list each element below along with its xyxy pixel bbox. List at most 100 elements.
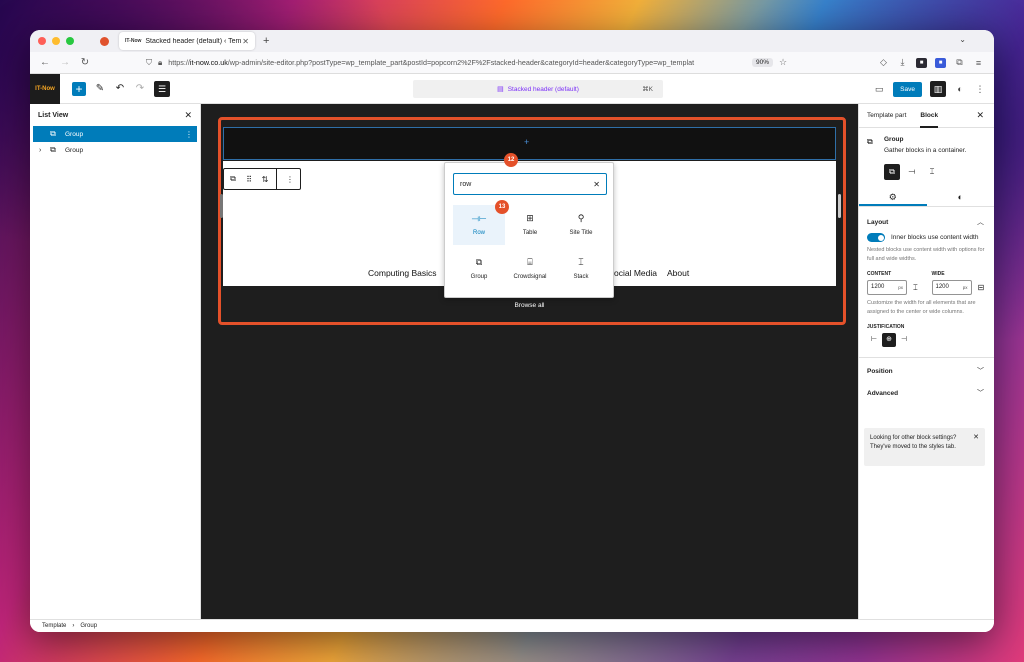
close-window-button[interactable] bbox=[38, 37, 46, 45]
list-item-group-selected[interactable]: ⧉ Group ⋮ bbox=[33, 126, 197, 142]
site-logo[interactable]: IT-Now bbox=[30, 73, 60, 104]
reload-icon[interactable]: ↻ bbox=[80, 57, 90, 68]
align-center-icon: ⌶ bbox=[913, 282, 918, 292]
tab-list-chevron-icon[interactable]: ⌄ bbox=[959, 35, 966, 44]
styles-icon[interactable]: ◐ bbox=[954, 84, 966, 94]
block-result-crowdsignal[interactable]: ⌸ Crowdsignal bbox=[504, 249, 556, 289]
extension-dark-icon[interactable]: ■ bbox=[916, 57, 927, 68]
shield-icon[interactable]: ⛉ bbox=[146, 58, 152, 68]
width-help-text: Customize the width for all elements tha… bbox=[867, 300, 976, 315]
undo-icon[interactable]: ↶ bbox=[114, 83, 126, 94]
search-value: row bbox=[460, 180, 472, 188]
drag-handle-icon[interactable]: ⠿ bbox=[242, 175, 256, 184]
group-variation-icon[interactable]: ⧉ bbox=[884, 164, 900, 180]
app-menu-icon[interactable]: ≡ bbox=[973, 58, 984, 68]
row-variation-icon[interactable]: ⟞ bbox=[904, 164, 920, 180]
justify-right-icon[interactable]: ⊣ bbox=[897, 333, 911, 347]
close-tab-icon[interactable]: ✕ bbox=[242, 37, 249, 46]
pocket-icon[interactable]: ◇ bbox=[878, 57, 889, 68]
nav-link-about[interactable]: About bbox=[667, 268, 689, 278]
breadcrumb-group[interactable]: Group bbox=[80, 623, 97, 629]
browse-all-button[interactable]: Browse all bbox=[201, 302, 858, 309]
document-title: Stacked header (default) bbox=[507, 85, 579, 93]
editor-canvas[interactable]: + Computing Basics ocial Media About ⧉ ⠿… bbox=[201, 104, 858, 619]
group-icon: ⧉ bbox=[475, 257, 483, 267]
justify-center-icon[interactable]: ⊕ bbox=[882, 333, 896, 347]
stretch-width-icon: ⊟ bbox=[977, 283, 985, 292]
clear-search-icon[interactable]: ✕ bbox=[593, 180, 600, 189]
row-icon: ⟞⟝ bbox=[471, 213, 487, 223]
block-inserter-button[interactable]: + bbox=[72, 81, 86, 96]
maximize-window-button[interactable] bbox=[66, 37, 74, 45]
preview-icon[interactable]: ▭ bbox=[873, 84, 885, 95]
unit-label[interactable]: px bbox=[898, 285, 903, 290]
nav-link-social-media[interactable]: ocial Media bbox=[614, 268, 657, 278]
stack-variation-icon[interactable]: ⌶ bbox=[924, 164, 940, 180]
pen-tool-icon[interactable]: ✎ bbox=[94, 83, 106, 94]
list-view-panel: List View ✕ ⧉ Group ⋮ › ⧉ Group bbox=[30, 104, 201, 619]
inner-blocks-toggle[interactable] bbox=[867, 233, 885, 242]
settings-gear-icon[interactable]: ⚙ bbox=[859, 188, 927, 206]
advanced-title: Advanced bbox=[867, 389, 899, 397]
bookmark-star-icon[interactable]: ☆ bbox=[779, 57, 787, 68]
styles-contrast-icon[interactable]: ◐ bbox=[927, 188, 995, 206]
settings-sidebar-icon[interactable]: ▥ bbox=[930, 81, 946, 97]
save-button[interactable]: Save bbox=[893, 81, 922, 97]
block-result-stack[interactable]: ⌶ Stack bbox=[555, 249, 607, 289]
forward-arrow-icon[interactable]: → bbox=[60, 57, 70, 68]
chevron-right-icon[interactable]: › bbox=[39, 147, 47, 154]
template-part-icon: ▤ bbox=[497, 86, 504, 93]
close-icon[interactable]: ✕ bbox=[184, 110, 192, 121]
more-options-icon[interactable]: ⋮ bbox=[185, 130, 193, 139]
browser-tab[interactable]: IT-Now Stacked header (default) ‹ Tem ✕ bbox=[119, 32, 255, 50]
extension-icon[interactable] bbox=[100, 36, 109, 46]
group-block-icon[interactable]: ⧉ bbox=[226, 174, 240, 184]
address-bar[interactable]: ⛉ 🔒︎ https://it-now.co.uk/wp-admin/site-… bbox=[146, 58, 746, 68]
block-result-group[interactable]: ⧉ Group bbox=[453, 249, 505, 289]
tab-template-part[interactable]: Template part bbox=[867, 112, 906, 119]
extension-blue-icon[interactable]: ■ bbox=[935, 57, 946, 68]
tab-block[interactable]: Block bbox=[920, 104, 939, 128]
settings-sidebar: Template part Block ✕ ⧉ Group Gather blo… bbox=[858, 104, 994, 619]
table-icon: ⊞ bbox=[526, 213, 534, 223]
advanced-panel-header[interactable]: Advanced ﹀ bbox=[859, 382, 994, 404]
redo-icon[interactable]: ↷ bbox=[134, 83, 146, 94]
justify-left-icon[interactable]: ⊢ bbox=[867, 333, 881, 347]
close-icon[interactable]: ✕ bbox=[976, 110, 984, 121]
dismiss-notice-icon[interactable]: ✕ bbox=[973, 433, 979, 442]
resize-handle-left[interactable] bbox=[220, 194, 223, 218]
block-result-site-title[interactable]: ⚲ Site Title bbox=[555, 205, 607, 245]
tab-bar: IT-Now Stacked header (default) ‹ Tem ✕ … bbox=[30, 30, 994, 52]
block-options-icon[interactable]: ⋮ bbox=[283, 175, 297, 184]
block-variations: ⧉ ⟞ ⌶ bbox=[884, 164, 986, 180]
content-width-input[interactable]: 1200 px bbox=[867, 280, 907, 295]
download-icon[interactable]: ⤓ bbox=[897, 57, 908, 68]
block-result-table[interactable]: ⊞ Table bbox=[504, 205, 556, 245]
add-block-icon[interactable]: + bbox=[524, 137, 529, 147]
divider bbox=[859, 357, 994, 358]
group-block-dark[interactable]: + bbox=[223, 127, 836, 160]
lock-icon[interactable]: 🔒︎ bbox=[158, 58, 162, 68]
unit-label[interactable]: px bbox=[963, 285, 968, 290]
group-icon: ⧉ bbox=[867, 137, 873, 146]
list-item-group[interactable]: › ⧉ Group bbox=[33, 142, 197, 158]
zoom-level[interactable]: 90% bbox=[752, 58, 774, 67]
layout-panel-header[interactable]: Layout ︿ bbox=[859, 211, 994, 233]
position-panel-header[interactable]: Position ﹀ bbox=[859, 360, 994, 382]
resize-handle-right[interactable] bbox=[838, 194, 841, 218]
move-up-down-icon[interactable]: ⇅ bbox=[258, 175, 272, 184]
list-view-button[interactable]: ☰ bbox=[154, 80, 170, 97]
options-menu-icon[interactable]: ⋮ bbox=[974, 84, 986, 95]
new-tab-button[interactable]: + bbox=[263, 35, 269, 47]
breadcrumb-template[interactable]: Template bbox=[42, 623, 66, 629]
extensions-puzzle-icon[interactable]: ⧉ bbox=[954, 57, 965, 68]
block-result-label: Row bbox=[472, 230, 485, 236]
search-input[interactable]: row ✕ bbox=[453, 173, 607, 195]
minimize-window-button[interactable] bbox=[52, 37, 60, 45]
block-description: Gather blocks in a container. bbox=[884, 147, 967, 154]
notice-text: Looking for other block settings? They'v… bbox=[870, 435, 957, 450]
wide-width-input[interactable]: 1200 px bbox=[931, 280, 972, 295]
document-bar[interactable]: ▤ Stacked header (default) ⌘K bbox=[413, 80, 663, 98]
back-arrow-icon[interactable]: ← bbox=[40, 57, 50, 68]
nav-link-computing-basics[interactable]: Computing Basics bbox=[368, 268, 437, 278]
